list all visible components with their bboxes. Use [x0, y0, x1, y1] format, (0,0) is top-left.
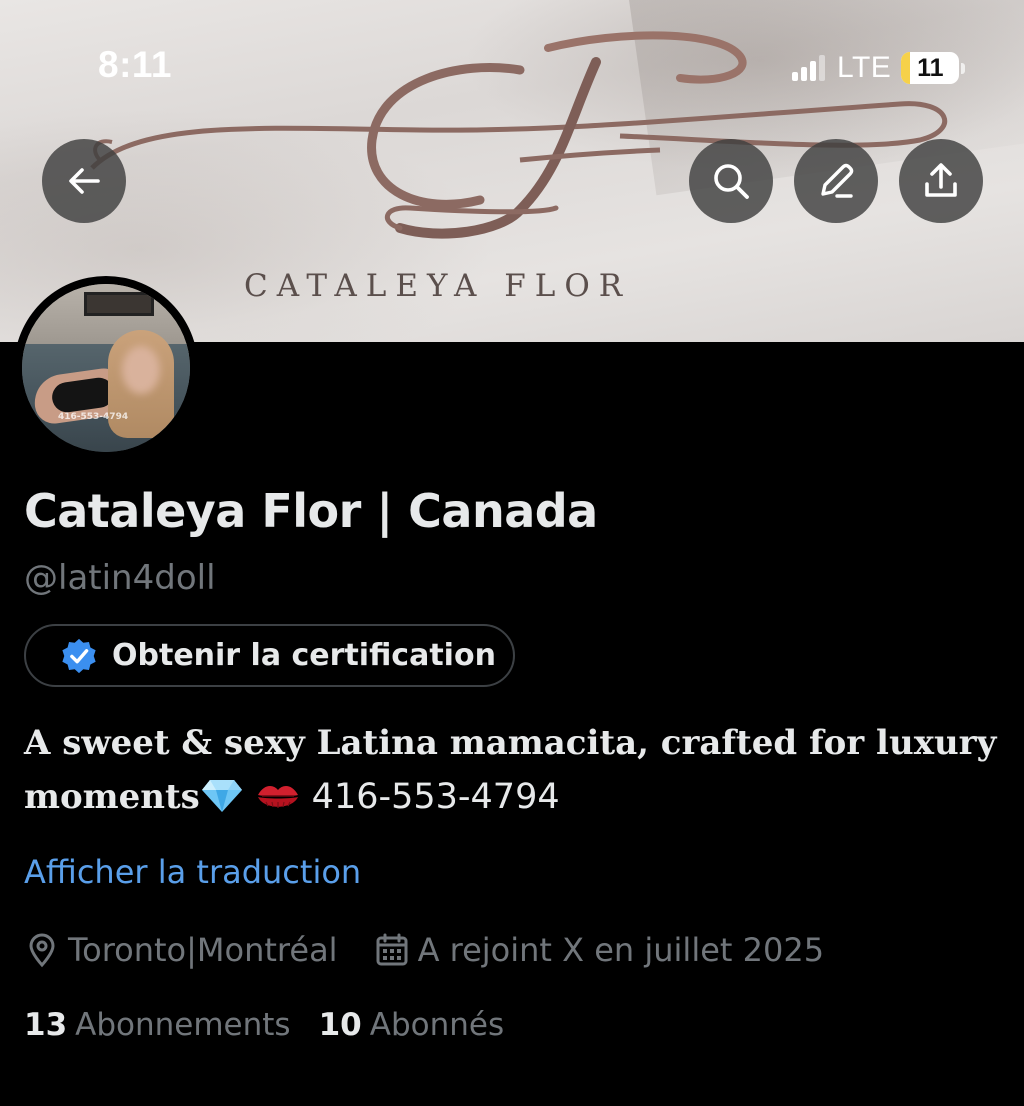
certification-label: Obtenir la certification	[112, 638, 496, 673]
edit-button[interactable]	[794, 139, 878, 223]
kiss-mark-emoji-icon	[257, 785, 298, 808]
arrow-left-icon	[69, 168, 100, 194]
status-indicators: LTE 11	[792, 48, 966, 88]
avatar-watermark: 416-553-4794	[58, 412, 129, 422]
get-certification-button[interactable]: Obtenir la certification	[24, 624, 515, 687]
map-pin-icon	[29, 933, 55, 968]
share-upload-icon	[925, 163, 957, 197]
battery-fill	[901, 52, 911, 84]
back-button[interactable]	[42, 139, 126, 223]
gem-emoji-icon	[201, 780, 242, 812]
followers-label: Abonnés	[369, 1007, 505, 1043]
profile-avatar[interactable]: 416-553-4794	[14, 276, 198, 460]
search-icon	[714, 164, 749, 199]
show-translation-link[interactable]: Afficher la traduction	[24, 853, 361, 891]
profile-bio: A sweet & sexy Latina mamacita, crafted …	[24, 716, 1004, 824]
follow-stats: 13 Abonnements 10 Abonnés	[24, 1003, 532, 1047]
bio-line-2: moments 416-553-4794	[24, 770, 1004, 824]
following-label: Abonnements	[75, 1007, 291, 1043]
share-button[interactable]	[899, 139, 983, 223]
profile-display-name: Cataleya Flor | Canada	[24, 484, 598, 538]
followers-count: 10	[318, 1007, 362, 1043]
following-link[interactable]: 13 Abonnements	[24, 1007, 291, 1043]
following-count: 13	[24, 1007, 68, 1043]
profile-location: Toronto|Montréal	[24, 931, 338, 969]
pencil-icon	[821, 163, 854, 198]
profile-meta-row: Toronto|Montréal A rejoint X en juillet …	[24, 928, 824, 972]
location-text: Toronto|Montréal	[68, 931, 338, 969]
banner-brand-text: CATALEYA FLOR	[244, 268, 632, 304]
calendar-icon	[376, 933, 408, 966]
joined-text: A rejoint X en juillet 2025	[417, 931, 825, 969]
battery-icon: 11	[901, 52, 960, 84]
cellular-signal-icon	[792, 55, 825, 81]
network-type: LTE	[837, 51, 892, 84]
status-time: 8:11	[98, 44, 173, 85]
bio-phone-number[interactable]: 416-553-4794	[312, 777, 560, 817]
profile-joined-date: A rejoint X en juillet 2025	[374, 931, 824, 969]
profile-handle: @latin4doll	[24, 558, 216, 598]
battery-percent: 11	[917, 53, 944, 82]
bio-line-1: A sweet & sexy Latina mamacita, crafted …	[24, 723, 997, 763]
search-button[interactable]	[689, 139, 773, 223]
avatar-photo: 416-553-4794	[22, 284, 190, 452]
verified-badge-icon	[62, 638, 96, 673]
battery-nub	[961, 62, 966, 74]
followers-link[interactable]: 10 Abonnés	[319, 1007, 505, 1043]
bio-moments-text: moments	[24, 777, 200, 817]
